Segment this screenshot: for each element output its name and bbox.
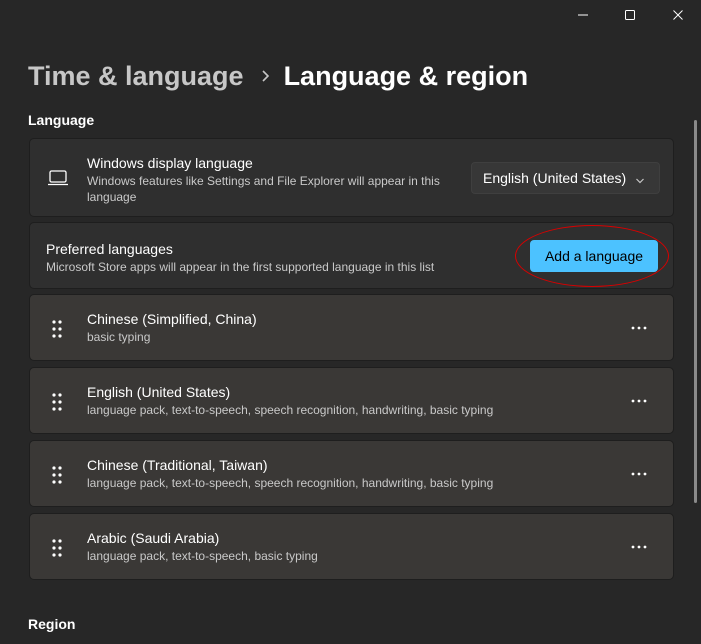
chevron-right-icon [260, 69, 270, 83]
preferred-languages-title: Preferred languages [46, 241, 173, 257]
more-options-button[interactable] [623, 314, 655, 342]
language-name: Chinese (Simplified, China) [87, 311, 257, 327]
display-language-title: Windows display language [87, 155, 253, 171]
more-options-button[interactable] [623, 387, 655, 415]
more-options-button[interactable] [623, 533, 655, 561]
more-options-icon [631, 326, 647, 330]
display-language-dropdown[interactable]: English (United States) [471, 162, 660, 194]
language-list-item[interactable]: Chinese (Traditional, Taiwan) language p… [29, 440, 674, 507]
drag-handle-icon[interactable] [51, 538, 63, 558]
language-section-title: Language [28, 112, 95, 128]
maximize-icon [625, 10, 635, 20]
region-section-title: Region [28, 616, 76, 632]
more-options-icon [631, 545, 647, 549]
page-title: Language & region [283, 60, 529, 91]
language-name: Chinese (Traditional, Taiwan) [87, 457, 268, 473]
drag-handle-icon[interactable] [51, 465, 63, 485]
language-name: Arabic (Saudi Arabia) [87, 530, 220, 546]
display-language-description: Windows features like Settings and File … [87, 174, 440, 204]
breadcrumb: Time & language Language & region [28, 56, 528, 96]
more-options-icon [631, 399, 647, 403]
display-language-card: Windows display language Windows feature… [29, 138, 674, 217]
breadcrumb-parent-link[interactable]: Time & language [28, 61, 244, 92]
scrollbar[interactable] [694, 120, 697, 503]
drag-handle-icon[interactable] [51, 319, 63, 339]
language-name: English (United States) [87, 384, 231, 400]
add-language-button[interactable]: Add a language [530, 240, 658, 272]
chevron-down-icon [635, 173, 645, 189]
language-list-item[interactable]: English (United States) language pack, t… [29, 367, 674, 434]
display-language-selected: English (United States) [483, 170, 627, 186]
more-options-icon [631, 472, 647, 476]
language-features: language pack, text-to-speech, basic typ… [87, 549, 318, 563]
language-features: language pack, text-to-speech, speech re… [87, 476, 494, 490]
language-features: basic typing [87, 330, 151, 344]
close-icon [673, 10, 683, 20]
more-options-button[interactable] [623, 460, 655, 488]
close-button[interactable] [655, 0, 701, 30]
maximize-button[interactable] [607, 0, 653, 30]
preferred-languages-description: Microsoft Store apps will appear in the … [46, 260, 435, 274]
language-features: language pack, text-to-speech, speech re… [87, 403, 494, 417]
laptop-icon [47, 169, 69, 192]
minimize-button[interactable] [560, 0, 606, 30]
minimize-icon [578, 14, 588, 16]
preferred-languages-card: Preferred languages Microsoft Store apps… [29, 222, 674, 289]
drag-handle-icon[interactable] [51, 392, 63, 412]
language-list-item[interactable]: Chinese (Simplified, China) basic typing [29, 294, 674, 361]
language-list-item[interactable]: Arabic (Saudi Arabia) language pack, tex… [29, 513, 674, 580]
